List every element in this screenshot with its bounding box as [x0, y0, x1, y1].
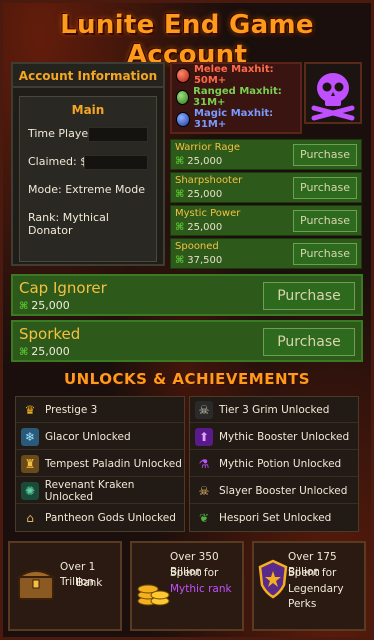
main-section-title: Main — [71, 103, 105, 117]
stat-legendary-line2: Spent for — [288, 567, 337, 579]
unlocks-right-column: ☠ Tier 3 Grim Unlocked ⬆ Mythic Booster … — [189, 396, 359, 532]
paladin-icon: ♜ — [21, 454, 39, 473]
main-section: Main Time Played: Claimed: $ Mode: Extre… — [19, 96, 157, 262]
melee-orb-icon — [176, 67, 190, 83]
time-played-value — [88, 127, 148, 142]
coin-icon: ⌘ — [175, 189, 185, 200]
perk-sharpshooter: Sharpshooter ⌘ 25,000 Purchase — [170, 172, 362, 203]
purchase-button[interactable]: Purchase — [293, 144, 357, 166]
stat-bank: Over 1 Trillion Bank — [8, 541, 122, 631]
perk-name: Sharpshooter — [175, 175, 243, 186]
hespori-icon: ❦ — [198, 511, 210, 525]
unlocks-title: UNLOCKS & ACHIEVEMENTS — [63, 370, 311, 388]
potion-icon: ⚗ — [198, 456, 210, 471]
unlock-item: ☠ Tier 3 Grim Unlocked — [190, 397, 358, 423]
unlock-item: ♛ Prestige 3 — [16, 397, 184, 423]
glacor-icon: ❄ — [21, 427, 39, 446]
account-info-panel: Account Information Main Time Played: Cl… — [11, 62, 165, 266]
coin-icon: ⌘ — [175, 222, 185, 233]
perk-warrior-rage: Warrior Rage ⌘ 25,000 Purchase — [170, 139, 362, 170]
ranged-orb-icon — [176, 89, 190, 105]
perk-cost: ⌘ 25,000 — [19, 299, 70, 312]
unlock-item: ⬆ Mythic Booster Unlocked — [190, 424, 358, 450]
stat-mythic-rank: Over 350 Billion Spent for Mythic rank — [130, 541, 244, 631]
kraken-icon: ✺ — [21, 481, 39, 500]
account-info-header: Account Information — [13, 64, 163, 88]
booster-icon: ⬆ — [195, 427, 213, 446]
purchase-button[interactable]: Purchase — [263, 282, 355, 310]
perk-mystic-power: Mystic Power ⌘ 25,000 Purchase — [170, 205, 362, 236]
unlock-item: ⌂ Pantheon Gods Unlocked — [16, 505, 184, 531]
purchase-button[interactable]: Purchase — [293, 177, 357, 199]
unlock-item: ☠ Slayer Booster Unlocked — [190, 478, 358, 504]
perk-sporked: Sporked ⌘ 25,000 Purchase — [11, 320, 363, 362]
ranged-maxhit-row: Ranged Maxhit: 31M+ — [172, 86, 300, 108]
coin-icon: ⌘ — [19, 347, 29, 358]
stat-legendary-line3: Legendary Perks — [288, 583, 344, 610]
perk-cap-ignorer: Cap Ignorer ⌘ 25,000 Purchase — [11, 274, 363, 316]
purchase-button[interactable]: Purchase — [293, 210, 357, 232]
page-title: Lunite End Game Account — [60, 10, 314, 70]
perk-cost: ⌘ 25,000 — [175, 189, 223, 200]
pantheon-icon: ⌂ — [26, 511, 34, 525]
claimed-label: Claimed: $ — [28, 155, 88, 168]
coin-icon: ⌘ — [175, 156, 185, 167]
unlock-item: ♜ Tempest Paladin Unlocked — [16, 451, 184, 477]
magic-maxhit-row: Magic Maxhit: 31M+ — [172, 108, 300, 130]
ranged-maxhit-text: Ranged Maxhit: 31M+ — [193, 86, 282, 108]
stat-mythic-line3: Mythic rank — [170, 583, 232, 595]
perk-cost: ⌘ 37,500 — [175, 255, 223, 266]
rank-label: Rank: — [28, 211, 60, 224]
unlock-item: ❄ Glacor Unlocked — [16, 424, 184, 450]
shield-icon — [258, 559, 288, 599]
unlock-item: ⚗ Mythic Potion Unlocked — [190, 451, 358, 477]
mode-label: Mode: — [28, 183, 62, 196]
stat-mythic-line2: Spent for — [170, 567, 219, 579]
grim-icon: ☠ — [195, 400, 213, 419]
perk-name: Warrior Rage — [175, 142, 240, 153]
purchase-button[interactable]: Purchase — [293, 243, 357, 265]
skull-emblem — [304, 62, 362, 124]
perk-name: Mystic Power — [175, 208, 241, 219]
mode-value: Extreme Mode — [65, 183, 145, 196]
perk-name: Cap Ignorer — [19, 279, 107, 297]
melee-maxhit-text: Melee Maxhit: 50M+ — [193, 64, 274, 86]
perk-spooned: Spooned ⌘ 37,500 Purchase — [170, 238, 362, 269]
perk-name: Spooned — [175, 241, 219, 252]
perk-cost: ⌘ 25,000 — [175, 156, 223, 167]
unlocks-left-column: ♛ Prestige 3 ❄ Glacor Unlocked ♜ Tempest… — [15, 396, 185, 532]
crown-icon: ♛ — [24, 402, 36, 417]
perk-cost: ⌘ 25,000 — [19, 345, 70, 358]
unlock-item: ✺ Revenant Kraken Unlocked — [16, 478, 184, 504]
perk-cost: ⌘ 25,000 — [175, 222, 223, 233]
rank-row: Rank: Mythical Donator — [28, 211, 156, 237]
maxhit-panel: Melee Maxhit: 50M+ Ranged Maxhit: 31M+ M… — [170, 62, 302, 134]
claimed-value — [84, 155, 148, 170]
slayer-skull-icon: ☠ — [198, 483, 210, 498]
perk-name: Sporked — [19, 325, 81, 343]
melee-maxhit-row: Melee Maxhit: 50M+ — [172, 64, 300, 86]
mode-row: Mode: Extreme Mode — [28, 183, 145, 196]
coin-icon: ⌘ — [19, 301, 29, 312]
magic-orb-icon — [176, 111, 190, 127]
gold-coins-icon — [137, 584, 170, 606]
coin-icon: ⌘ — [175, 255, 185, 266]
stat-bank-line2: Bank — [76, 577, 103, 589]
purchase-button[interactable]: Purchase — [263, 328, 355, 356]
purple-skull-icon — [311, 73, 355, 121]
chest-icon — [16, 570, 56, 600]
unlock-item: ❦ Hespori Set Unlocked — [190, 505, 358, 531]
magic-maxhit-text: Magic Maxhit: 31M+ — [194, 108, 274, 130]
stat-legendary-perks: Over 175 Billion Spent for Legendary Per… — [252, 541, 366, 631]
